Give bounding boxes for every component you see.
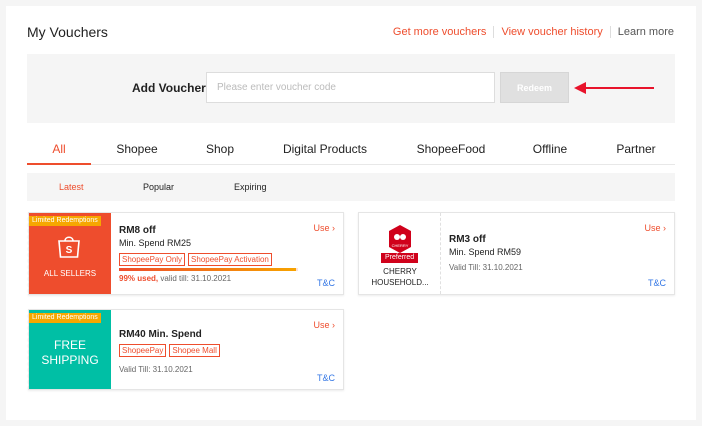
valid-till: Valid Till: 31.10.2021 — [119, 365, 193, 374]
terms-link[interactable]: T&C — [317, 373, 335, 383]
voucher-min-spend: Min. Spend RM59 — [449, 247, 522, 257]
free-shipping-label: FREE SHIPPING — [29, 338, 111, 368]
seller-scope-label: ALL SELLERS — [43, 269, 97, 278]
voucher-side-panel: Limited Redemptions S ALL SELLERS — [26, 213, 111, 294]
shop-name-line: CHERRY — [383, 267, 417, 276]
free-shipping-line: FREE — [53, 338, 86, 352]
tag-label: ShopeePay — [119, 344, 167, 357]
voucher-title: RM8 off — [119, 225, 156, 236]
voucher-side-panel: CHERRY Preferred CHERRY HOUSEHOLD... — [359, 213, 441, 294]
divider — [609, 26, 611, 38]
voucher-title: RM40 Min. Spend — [119, 329, 202, 340]
divider — [493, 26, 495, 38]
chevron-right-icon: › — [663, 223, 666, 233]
terms-link[interactable]: T&C — [648, 278, 666, 288]
use-voucher-button[interactable]: Use › — [313, 223, 335, 233]
tab-digital-products[interactable]: Digital Products — [275, 133, 375, 165]
tab-offline[interactable]: Offline — [521, 133, 579, 165]
voucher-body: RM40 Min. Spend ShopeePay Shopee Mall Va… — [119, 329, 220, 374]
free-shipping-line: SHIPPING — [41, 353, 99, 367]
shop-name-line: HOUSEHOLD... — [371, 278, 429, 287]
tag-label: ShopeePay Only — [119, 253, 186, 266]
valid-till: valid till: 31.10.2021 — [160, 274, 232, 283]
add-voucher-label: Add Voucher — [132, 81, 206, 95]
limited-redemptions-badge: Limited Redemptions — [29, 216, 101, 226]
sort-subtabs: Latest Popular Expiring — [27, 173, 675, 201]
limited-redemptions-badge: Limited Redemptions — [29, 313, 101, 323]
valid-till: Valid Till: 31.10.2021 — [449, 263, 523, 272]
get-more-vouchers-link[interactable]: Get more vouchers — [393, 26, 487, 38]
use-voucher-button[interactable]: Use › — [313, 320, 335, 330]
tab-all[interactable]: All — [27, 133, 91, 165]
use-label: Use — [313, 223, 330, 233]
used-percent: 99% used, — [119, 274, 159, 283]
voucher-tags: ShopeePay Shopee Mall — [119, 344, 220, 357]
chevron-right-icon: › — [332, 223, 335, 233]
voucher-min-spend: Min. Spend RM25 — [119, 238, 192, 248]
header: My Vouchers Get more vouchers View vouch… — [6, 6, 696, 56]
subtab-popular[interactable]: Popular — [143, 173, 174, 201]
voucher-tags: ShopeePay Only ShopeePay Activation — [119, 253, 272, 266]
voucher-card: Limited Redemptions S ALL SELLERS RM8 of… — [26, 212, 344, 295]
voucher-body: RM3 off Min. Spend RM59 Valid Till: 31.1… — [449, 234, 523, 272]
use-label: Use — [644, 223, 661, 233]
voucher-card: Limited Redemptions FREE SHIPPING RM40 M… — [26, 309, 344, 390]
voucher-card: CHERRY Preferred CHERRY HOUSEHOLD... RM3… — [358, 212, 675, 295]
subtab-expiring[interactable]: Expiring — [234, 173, 267, 201]
view-voucher-history-link[interactable]: View voucher history — [501, 26, 602, 38]
redeem-button[interactable]: Redeem — [500, 72, 569, 103]
tab-partner[interactable]: Partner — [605, 133, 667, 165]
usage-progress-bar — [119, 268, 298, 271]
subtab-latest[interactable]: Latest — [59, 173, 84, 201]
voucher-side-panel: Limited Redemptions FREE SHIPPING — [26, 310, 111, 389]
shopee-bag-icon: S — [58, 236, 80, 258]
tab-shopeefood[interactable]: ShopeeFood — [403, 133, 499, 165]
chevron-right-icon: › — [332, 320, 335, 330]
voucher-title: RM3 off — [449, 234, 486, 245]
add-voucher-panel: Add Voucher Redeem — [27, 54, 675, 123]
voucher-type-tabs: All Shopee Shop Digital Products ShopeeF… — [27, 133, 675, 165]
tab-shopee[interactable]: Shopee — [105, 133, 169, 165]
header-links: Get more vouchers View voucher history L… — [393, 26, 674, 38]
use-label: Use — [313, 320, 330, 330]
voucher-code-input[interactable] — [206, 72, 495, 103]
shop-name: CHERRY HOUSEHOLD... — [359, 266, 441, 288]
voucher-validity: 99% used, valid till: 31.10.2021 — [119, 274, 231, 283]
shop-logo: CHERRY — [389, 225, 411, 253]
shop-logo-text: CHERRY — [392, 243, 409, 248]
page-title: My Vouchers — [27, 24, 108, 40]
arrow-annotation-icon — [574, 82, 654, 94]
tag-label: Shopee Mall — [169, 344, 220, 357]
preferred-badge: Preferred — [381, 253, 419, 263]
learn-more-link[interactable]: Learn more — [618, 26, 674, 38]
svg-text:S: S — [66, 245, 73, 256]
tab-shop[interactable]: Shop — [192, 133, 248, 165]
use-voucher-button[interactable]: Use › — [644, 223, 666, 233]
voucher-body: RM8 off Min. Spend RM25 ShopeePay Only S… — [119, 225, 272, 266]
tag-label: ShopeePay Activation — [188, 253, 272, 266]
vouchers-page: My Vouchers Get more vouchers View vouch… — [6, 6, 696, 420]
terms-link[interactable]: T&C — [317, 278, 335, 288]
usage-progress-fill — [119, 268, 297, 271]
